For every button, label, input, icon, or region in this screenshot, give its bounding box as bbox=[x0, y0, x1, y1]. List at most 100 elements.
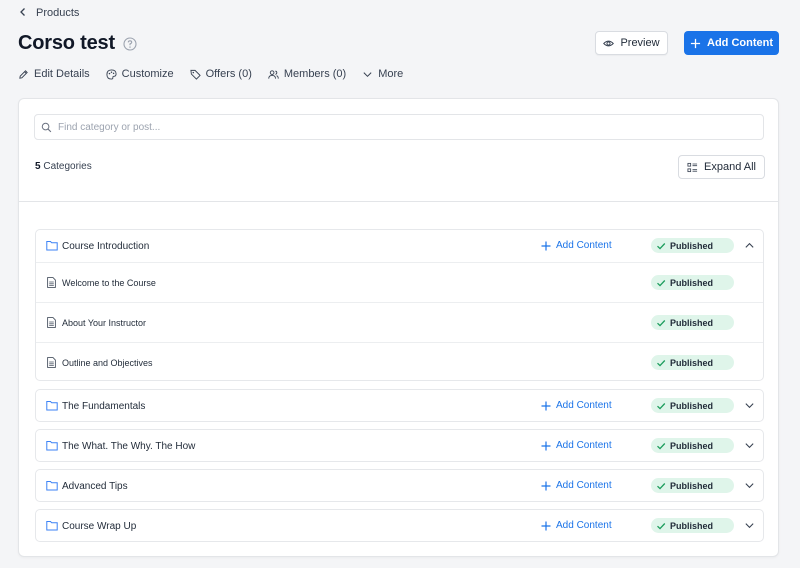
divider bbox=[19, 201, 778, 202]
category-add-content-button[interactable]: Add Content bbox=[541, 440, 612, 451]
category-add-content-button[interactable]: Add Content bbox=[541, 400, 612, 411]
check-icon bbox=[656, 521, 666, 531]
plus-icon bbox=[541, 241, 551, 251]
category-header[interactable]: Advanced Tips Add Content Published bbox=[36, 470, 763, 502]
breadcrumb-products-link[interactable]: Products bbox=[36, 7, 79, 19]
plus-icon bbox=[541, 441, 551, 451]
chevron-left-icon bbox=[18, 7, 28, 20]
breadcrumb[interactable]: Products bbox=[18, 6, 79, 20]
category-add-content-button[interactable]: Add Content bbox=[541, 240, 612, 251]
product-tabs: Edit Details Customize Offers (0) Member… bbox=[18, 66, 419, 82]
plus-icon bbox=[541, 521, 551, 531]
category-count-label: Categories bbox=[43, 161, 92, 172]
status-label: Published bbox=[670, 240, 714, 251]
category-header[interactable]: Course Introduction Add Content Publishe… bbox=[36, 230, 763, 262]
tab-members[interactable]: Members (0) bbox=[268, 68, 346, 80]
users-icon bbox=[268, 69, 279, 80]
category-name: Course Wrap Up bbox=[62, 520, 137, 532]
list-expand-icon bbox=[687, 162, 698, 173]
document-icon bbox=[47, 317, 56, 328]
search-input[interactable] bbox=[58, 121, 763, 133]
page-title: Corso test bbox=[18, 32, 115, 54]
plus-icon bbox=[690, 38, 701, 49]
tab-label: Edit Details bbox=[34, 68, 90, 80]
search-field[interactable] bbox=[34, 114, 764, 140]
status-badge: Published bbox=[651, 398, 734, 413]
eye-icon bbox=[603, 38, 615, 49]
status-badge: Published bbox=[651, 315, 734, 330]
category-card: Course Introduction Add Content Publishe… bbox=[35, 229, 764, 381]
status-label: Published bbox=[670, 440, 714, 451]
status-label: Published bbox=[670, 277, 714, 288]
folder-icon bbox=[46, 520, 58, 531]
expand-all-button[interactable]: Expand All bbox=[678, 155, 765, 179]
post-name: Welcome to the Course bbox=[62, 277, 156, 288]
chevron-down-icon[interactable] bbox=[744, 440, 755, 451]
tab-label: More bbox=[378, 68, 404, 80]
tab-label: Members (0) bbox=[283, 68, 347, 80]
category-card: Advanced Tips Add Content Published bbox=[35, 469, 764, 502]
plus-icon bbox=[541, 481, 551, 491]
add-content-button[interactable]: Add Content bbox=[684, 31, 779, 55]
check-icon bbox=[656, 481, 666, 491]
category-add-content-button[interactable]: Add Content bbox=[541, 520, 612, 531]
folder-icon bbox=[46, 240, 58, 251]
status-badge: Published bbox=[651, 518, 734, 533]
post-row[interactable]: Outline and Objectives Published bbox=[36, 342, 763, 382]
post-row[interactable]: About Your Instructor Published bbox=[36, 302, 763, 342]
tab-offers[interactable]: Offers (0) bbox=[190, 68, 252, 80]
tab-more[interactable]: More bbox=[362, 68, 403, 80]
add-content-label: Add Content bbox=[556, 400, 612, 411]
post-row[interactable]: Welcome to the Course Published bbox=[36, 262, 763, 302]
category-card: The Fundamentals Add Content Published bbox=[35, 389, 764, 422]
tag-icon bbox=[190, 69, 201, 80]
status-badge: Published bbox=[651, 238, 734, 253]
category-add-content-button[interactable]: Add Content bbox=[541, 480, 612, 491]
status-badge: Published bbox=[651, 275, 734, 290]
category-card: The What. The Why. The How Add Content P… bbox=[35, 429, 764, 462]
category-name: The Fundamentals bbox=[62, 400, 146, 412]
status-label: Published bbox=[670, 317, 714, 328]
title-row: Corso test bbox=[18, 32, 137, 55]
status-label: Published bbox=[670, 520, 714, 531]
chevron-down-icon bbox=[362, 69, 373, 80]
folder-icon bbox=[46, 480, 58, 491]
chevron-down-icon[interactable] bbox=[744, 520, 755, 531]
add-content-label: Add Content bbox=[556, 480, 612, 491]
folder-icon bbox=[46, 400, 58, 411]
check-icon bbox=[656, 401, 666, 411]
status-badge: Published bbox=[651, 438, 734, 453]
category-name: Advanced Tips bbox=[62, 480, 128, 492]
check-icon bbox=[656, 318, 666, 328]
chevron-down-icon[interactable] bbox=[744, 400, 755, 411]
status-badge: Published bbox=[651, 355, 734, 370]
category-count: 5 Categories bbox=[35, 161, 92, 172]
category-name: The What. The Why. The How bbox=[62, 440, 196, 452]
palette-icon bbox=[106, 68, 117, 80]
pencil-icon bbox=[18, 69, 29, 80]
add-content-button-label: Add Content bbox=[707, 37, 773, 49]
help-icon[interactable] bbox=[123, 36, 137, 51]
content-panel: 5 Categories Expand All Course Introduct… bbox=[18, 98, 779, 557]
check-icon bbox=[656, 441, 666, 451]
chevron-down-icon[interactable] bbox=[744, 480, 755, 491]
check-icon bbox=[656, 278, 666, 288]
category-card: Course Wrap Up Add Content Published bbox=[35, 509, 764, 542]
category-header[interactable]: The What. The Why. The How Add Content P… bbox=[36, 430, 763, 462]
category-header[interactable]: Course Wrap Up Add Content Published bbox=[36, 510, 763, 542]
chevron-up-icon[interactable] bbox=[744, 240, 755, 251]
post-name: About Your Instructor bbox=[62, 317, 147, 328]
search-icon bbox=[41, 122, 52, 133]
tab-customize[interactable]: Customize bbox=[106, 68, 174, 80]
add-content-label: Add Content bbox=[556, 440, 612, 451]
tab-edit-details[interactable]: Edit Details bbox=[18, 68, 90, 80]
status-label: Published bbox=[670, 480, 714, 491]
category-header[interactable]: The Fundamentals Add Content Published bbox=[36, 390, 763, 422]
preview-button[interactable]: Preview bbox=[595, 31, 668, 55]
category-name: Course Introduction bbox=[62, 240, 150, 252]
tab-label: Offers (0) bbox=[205, 68, 252, 80]
check-icon bbox=[656, 358, 666, 368]
folder-icon bbox=[46, 440, 58, 451]
status-label: Published bbox=[670, 357, 714, 368]
add-content-label: Add Content bbox=[556, 240, 612, 251]
